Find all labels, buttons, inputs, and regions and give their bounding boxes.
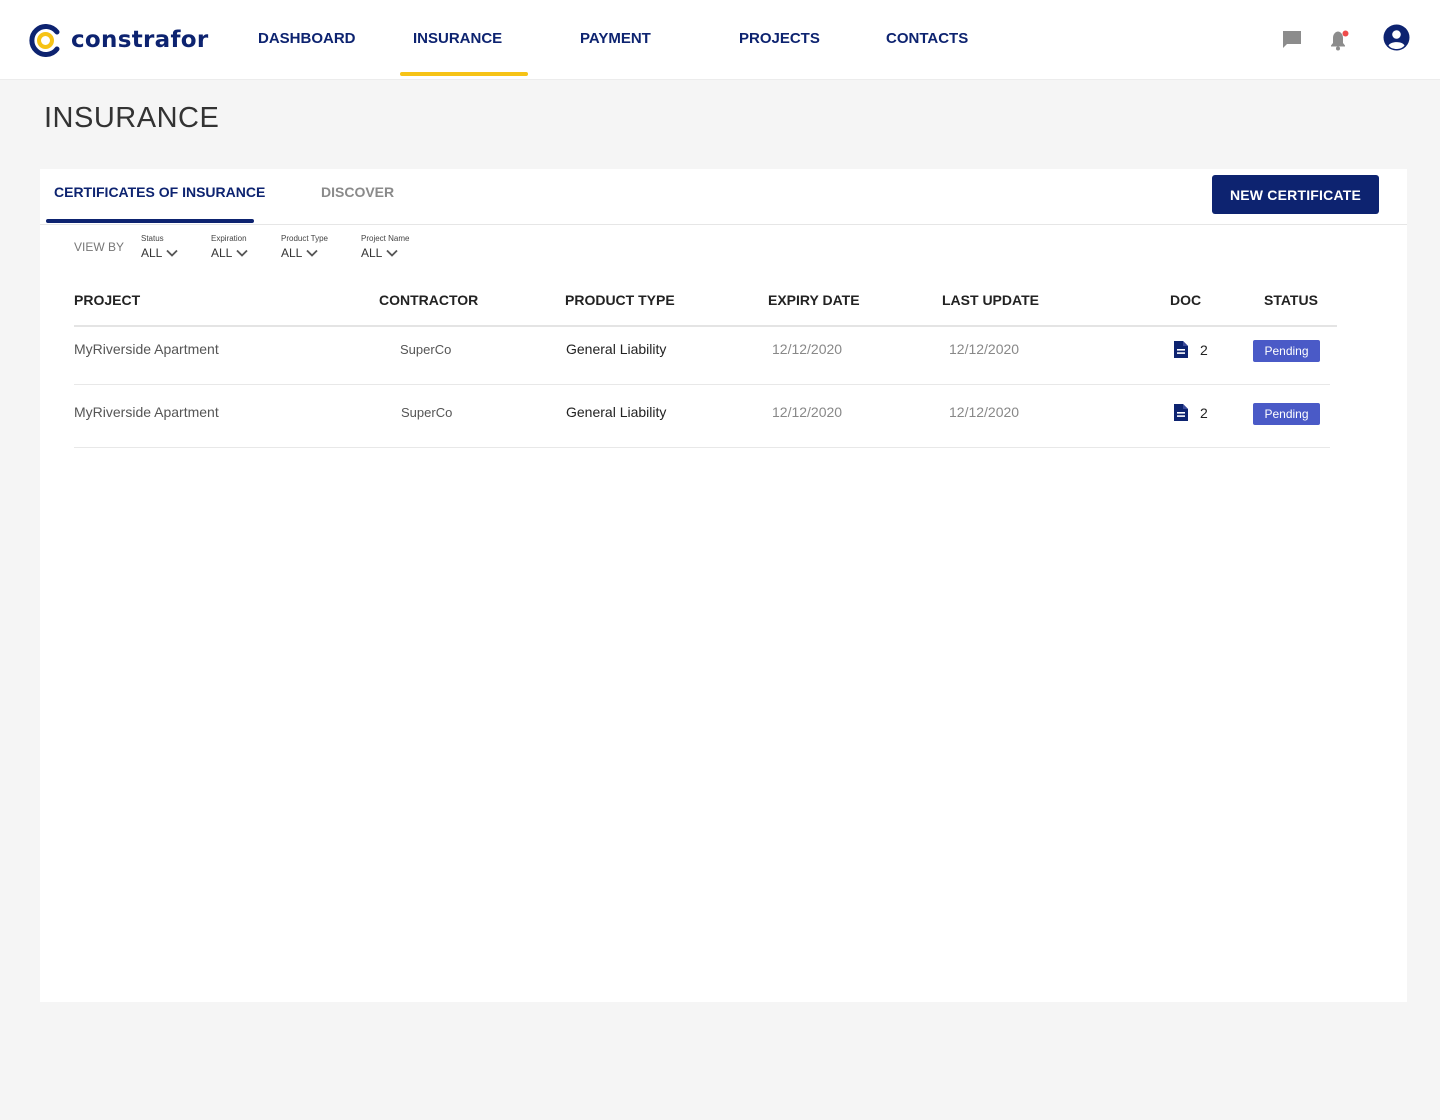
- filter-project-name-selected: ALL: [361, 246, 383, 260]
- row-divider: [74, 447, 1330, 448]
- chevron-down-icon: [166, 249, 178, 257]
- account-icon[interactable]: [1383, 24, 1410, 56]
- filter-expiration-selected: ALL: [211, 246, 233, 260]
- chat-icon[interactable]: [1281, 29, 1303, 56]
- column-header-last-update[interactable]: LAST UPDATE: [942, 291, 1039, 309]
- filter-status-value[interactable]: ALL: [141, 245, 178, 261]
- view-by-label: VIEW BY: [74, 240, 125, 254]
- filter-project-name[interactable]: Project Name ALL: [361, 234, 409, 261]
- cell-expiry-date: 12/12/2020: [772, 404, 843, 420]
- new-certificate-button[interactable]: NEW CERTIFICATE: [1212, 175, 1379, 214]
- row-divider: [74, 384, 1330, 385]
- nav-insurance[interactable]: INSURANCE: [413, 28, 502, 50]
- cell-product-type: General Liability: [566, 404, 667, 420]
- bell-icon[interactable]: [1328, 29, 1350, 56]
- top-navigation-bar: constrafor DASHBOARD INSURANCE PAYMENT P…: [0, 0, 1440, 80]
- cell-expiry-date: 12/12/2020: [772, 341, 843, 357]
- cell-last-update: 12/12/2020: [949, 341, 1020, 357]
- table-header-divider: [74, 325, 1337, 327]
- column-header-contractor[interactable]: CONTRACTOR: [379, 291, 478, 309]
- filter-product-type[interactable]: Product Type ALL: [281, 234, 328, 261]
- cell-last-update: 12/12/2020: [949, 404, 1020, 420]
- tabs-divider: [40, 224, 1407, 225]
- filter-status[interactable]: Status ALL: [141, 234, 178, 261]
- tab-discover[interactable]: DISCOVER: [321, 182, 394, 202]
- nav-dashboard[interactable]: DASHBOARD: [258, 28, 356, 50]
- nav-contacts[interactable]: CONTACTS: [886, 28, 968, 50]
- chevron-down-icon: [236, 249, 248, 257]
- cell-contractor: SuperCo: [401, 405, 453, 420]
- filter-project-name-label: Project Name: [361, 234, 410, 243]
- filter-status-selected: ALL: [141, 246, 163, 260]
- cell-product-type: General Liability: [566, 341, 667, 357]
- filter-status-label: Status: [141, 234, 164, 243]
- column-header-expiry-date[interactable]: EXPIRY DATE: [768, 291, 860, 309]
- status-badge: Pending: [1253, 340, 1320, 362]
- nav-active-indicator: [400, 72, 528, 76]
- column-header-product-type[interactable]: PRODUCT TYPE: [565, 291, 675, 309]
- column-header-project[interactable]: PROJECT: [74, 291, 140, 309]
- certificates-card: CERTIFICATES OF INSURANCE DISCOVER NEW C…: [40, 169, 1407, 1002]
- column-header-doc[interactable]: DOC: [1170, 291, 1201, 309]
- constrafor-logo[interactable]: constrafor: [29, 22, 209, 58]
- tab-certificates-of-insurance[interactable]: CERTIFICATES OF INSURANCE: [54, 182, 265, 202]
- filter-product-type-value[interactable]: ALL: [281, 245, 328, 261]
- tab-active-indicator: [46, 219, 254, 223]
- filter-expiration-label: Expiration: [211, 234, 247, 243]
- filter-expiration[interactable]: Expiration ALL: [211, 234, 248, 261]
- cell-project[interactable]: MyRiverside Apartment: [74, 403, 219, 421]
- doc-count: 2: [1200, 405, 1208, 421]
- document-icon[interactable]: [1173, 403, 1189, 427]
- nav-projects[interactable]: PROJECTS: [739, 28, 820, 50]
- filter-expiration-value[interactable]: ALL: [211, 245, 248, 261]
- cell-project[interactable]: MyRiverside Apartment: [74, 340, 219, 358]
- cell-contractor: SuperCo: [400, 342, 452, 357]
- page-title: INSURANCE: [44, 102, 220, 134]
- filter-product-type-label: Product Type: [281, 234, 328, 243]
- logo-mark-icon: [29, 23, 60, 57]
- chevron-down-icon: [386, 249, 398, 257]
- doc-count: 2: [1200, 342, 1208, 358]
- document-icon[interactable]: [1173, 340, 1189, 364]
- filter-project-name-value[interactable]: ALL: [361, 245, 409, 261]
- logo-text: constrafor: [71, 27, 209, 53]
- status-badge: Pending: [1253, 403, 1320, 425]
- filter-product-type-selected: ALL: [281, 246, 303, 260]
- column-header-status[interactable]: STATUS: [1264, 291, 1318, 309]
- nav-payment[interactable]: PAYMENT: [580, 28, 651, 50]
- chevron-down-icon: [306, 249, 318, 257]
